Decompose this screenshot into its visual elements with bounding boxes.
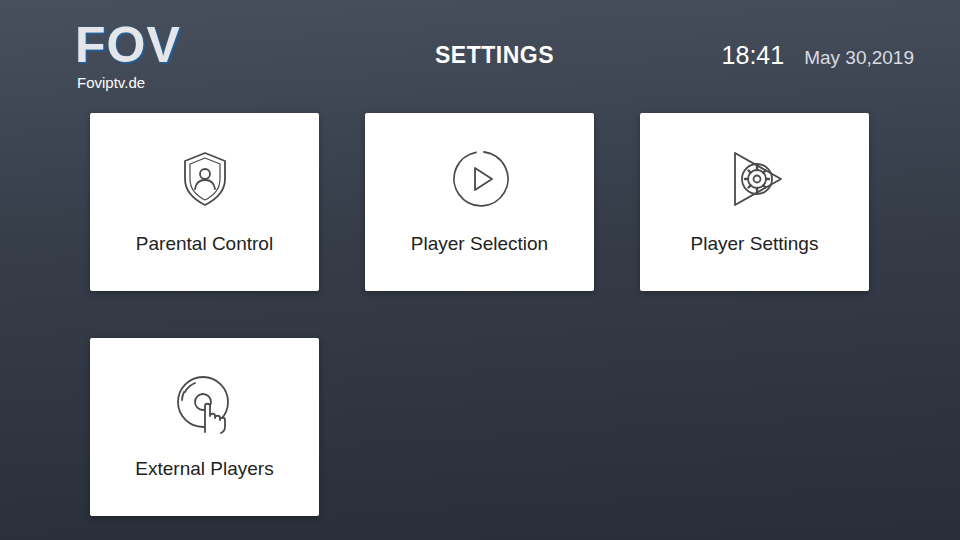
settings-tile[interactable]: External Players <box>90 338 319 516</box>
logo-subtitle: Foviptv.de <box>77 74 145 91</box>
time: 18:41 <box>722 41 785 70</box>
tile-label: Player Selection <box>411 233 548 255</box>
page-title: SETTINGS <box>435 42 554 69</box>
header: FOV Foviptv.de SETTINGS 18:41 May 30,2019 <box>0 0 960 100</box>
tile-label: Player Settings <box>691 233 819 255</box>
play-gear-icon <box>723 147 787 211</box>
play-circle-icon <box>448 147 512 211</box>
date: May 30,2019 <box>804 47 914 69</box>
disc-hand-icon <box>173 372 237 436</box>
settings-tile[interactable]: Player Selection <box>365 113 594 291</box>
shield-person-icon <box>173 147 237 211</box>
logo: FOV Foviptv.de <box>75 20 435 91</box>
settings-tile[interactable]: Parental Control <box>90 113 319 291</box>
logo-text: FOV <box>75 20 181 70</box>
tile-label: External Players <box>135 458 273 480</box>
settings-tile[interactable]: Player Settings <box>640 113 869 291</box>
tile-label: Parental Control <box>136 233 273 255</box>
settings-grid: Parental Control Player Selection Player S… <box>0 100 960 516</box>
clock: 18:41 May 30,2019 <box>554 41 914 70</box>
settings-screen: FOV Foviptv.de SETTINGS 18:41 May 30,2019 Par… <box>0 0 960 540</box>
